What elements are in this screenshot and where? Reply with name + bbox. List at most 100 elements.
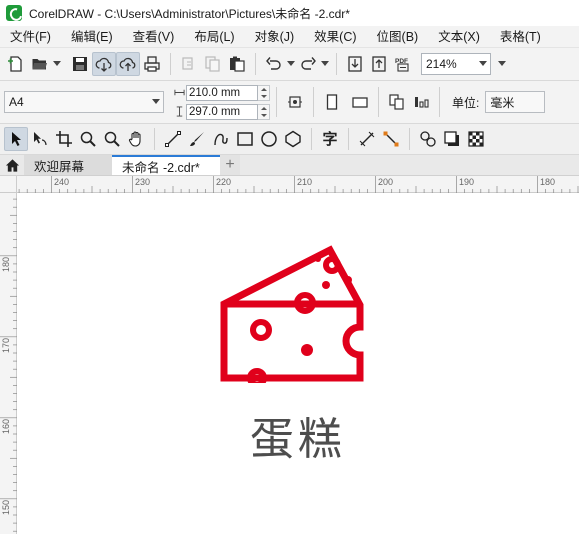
portrait-button[interactable] [320,90,344,114]
copy-button[interactable] [201,52,225,76]
height-spinner[interactable] [258,103,270,120]
toolbar-separator [170,53,171,75]
tab-document[interactable]: 未命名 -2.cdr* [112,155,220,175]
toolbox: 字 [0,124,579,155]
open-button[interactable] [28,52,52,76]
save-icon [73,57,87,71]
all-pages-button[interactable] [385,90,409,114]
width-spinner[interactable] [258,84,270,101]
parallel-dimension-tool[interactable] [355,127,379,151]
print-button[interactable] [140,52,164,76]
toolbar-separator [348,128,349,150]
menu-text[interactable]: 文本(X) [428,26,490,48]
publish-pdf-button[interactable]: PDF [391,52,415,76]
zoom-tool-icon [80,131,96,147]
text-tool[interactable]: 字 [318,127,342,151]
artistic-media-tool[interactable] [185,127,209,151]
zoom-out-tool[interactable] [100,127,124,151]
toolbar-separator [336,53,337,75]
save-button[interactable] [68,52,92,76]
standard-toolbar: PDF 214% [0,48,579,81]
menu-bitmaps[interactable]: 位图(B) [367,26,429,48]
shape-tool-icon [34,132,47,146]
import-button[interactable] [343,52,367,76]
zoom-out-tool-icon [104,131,120,147]
horizontal-ruler[interactable]: 240 230 220 210 200 190 180 [10,176,579,193]
page-width-field[interactable]: 210.0 mm [186,84,258,101]
new-document-icon [8,56,22,72]
page-options-button[interactable] [283,90,307,114]
polygon-tool[interactable] [281,127,305,151]
ruler-origin[interactable] [0,176,17,193]
text-tool-icon: 字 [322,130,338,148]
ruler-label: 190 [459,177,474,187]
chevron-down-icon [498,61,506,66]
cheese-icon[interactable] [220,245,364,383]
zoom-level-select[interactable]: 214% [421,53,491,75]
menu-layout[interactable]: 布局(L) [184,26,244,48]
paste-button[interactable] [225,52,249,76]
rectangle-tool[interactable] [233,127,257,151]
curve-tool[interactable] [209,127,233,151]
redo-dropdown[interactable] [320,52,330,76]
page-size-select[interactable]: A4 [4,91,164,113]
export-button[interactable] [367,52,391,76]
ellipse-tool[interactable] [257,127,281,151]
menu-table[interactable]: 表格(T) [490,26,551,48]
vertical-ruler[interactable]: 180 170 160 150 [0,190,17,534]
chevron-down-icon [287,61,295,66]
toolbar-separator [439,87,440,117]
undo-icon [266,57,281,70]
open-dropdown[interactable] [52,52,62,76]
toolbar-separator [276,87,277,117]
rectangle-tool-icon [237,132,253,146]
freehand-tool[interactable] [161,127,185,151]
drawing-canvas[interactable]: 蛋糕 [17,193,579,534]
home-tab[interactable] [0,155,24,175]
chevron-down-icon [53,61,61,66]
new-document-button[interactable] [4,52,28,76]
redo-button[interactable] [296,52,320,76]
undo-button[interactable] [262,52,286,76]
ruler-label: 230 [135,177,150,187]
export-icon [372,56,386,72]
drop-shadow-tool[interactable] [440,127,464,151]
window-title: CorelDRAW - C:\Users\Administrator\Pictu… [29,6,350,21]
chevron-down-icon [149,99,163,105]
menu-edit[interactable]: 编辑(E) [61,26,123,48]
cut-button[interactable] [177,52,201,76]
undo-dropdown[interactable] [286,52,296,76]
ellipse-tool-icon [261,131,277,147]
crop-tool[interactable] [52,127,76,151]
ruler-label: 240 [54,177,69,187]
transparency-tool[interactable] [464,127,488,151]
polygon-tool-icon [285,130,301,148]
cheese-hole [250,319,272,341]
pdf-icon: PDF [395,58,409,72]
add-tab-button[interactable]: + [220,155,240,175]
cloud-upload-button[interactable] [116,52,140,76]
pan-tool[interactable] [124,127,148,151]
shape-tool[interactable] [28,127,52,151]
units-select[interactable]: 毫米 [485,91,546,113]
page-dimensions: 210.0 mm 297.0 mm [172,84,270,120]
pick-tool[interactable] [4,127,28,151]
menu-object[interactable]: 对象(J) [245,26,305,48]
connector-tool[interactable] [379,127,403,151]
cloud-download-button[interactable] [92,52,116,76]
ruler-label: 220 [216,177,231,187]
current-page-button[interactable] [409,90,433,114]
ruler-label: 210 [297,177,312,187]
drop-shadow-icon [444,131,459,146]
menu-effects[interactable]: 效果(C) [304,26,366,48]
page-height-field[interactable]: 297.0 mm [186,103,258,120]
tab-welcome-screen[interactable]: 欢迎屏幕 [24,155,112,175]
blend-tool-icon [420,131,436,147]
menu-view[interactable]: 查看(V) [123,26,185,48]
menu-file[interactable]: 文件(F) [0,26,61,48]
blend-tool[interactable] [416,127,440,151]
zoom-tool[interactable] [76,127,100,151]
artwork-text[interactable]: 蛋糕 [17,403,579,467]
toolbar-overflow[interactable] [497,52,507,76]
landscape-button[interactable] [348,90,372,114]
